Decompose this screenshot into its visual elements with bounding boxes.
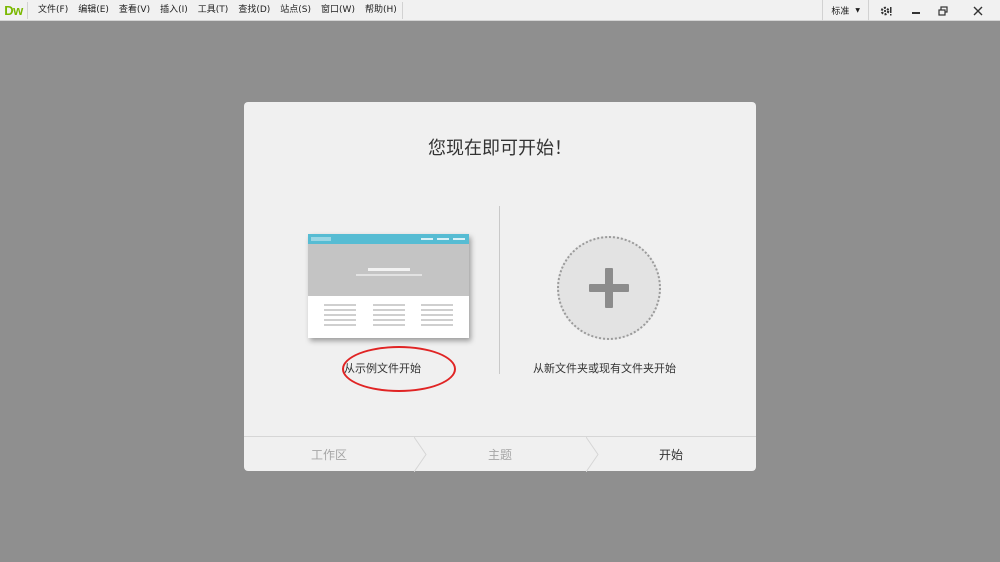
restore-icon[interactable] bbox=[929, 0, 956, 21]
add-folder-button[interactable] bbox=[557, 236, 661, 340]
workspace-label: 标准 bbox=[831, 7, 850, 17]
start-from-folder-link[interactable]: 从新文件夹或现有文件夹开始 bbox=[533, 360, 676, 376]
thumbnail-header bbox=[308, 234, 469, 244]
thumbnail-column bbox=[324, 304, 356, 329]
thumbnail-nav bbox=[421, 238, 465, 240]
step-theme[interactable]: 主题 bbox=[414, 437, 586, 472]
window-tools: 标准 ▼ bbox=[822, 0, 1000, 21]
menu-list: 文件(F) 编辑(E) 查看(V) 插入(I) 工具(T) 查找(D) 站点(S… bbox=[28, 0, 402, 21]
menu-window[interactable]: 窗口(W) bbox=[316, 0, 360, 21]
minimize-icon[interactable] bbox=[902, 0, 929, 21]
thumbnail-column bbox=[372, 304, 405, 329]
step-workspace[interactable]: 工作区 bbox=[244, 437, 414, 472]
thumbnail-logo bbox=[311, 237, 331, 241]
menu-file[interactable]: 文件(F) bbox=[33, 0, 73, 21]
menu-bar: Dw 文件(F) 编辑(E) 查看(V) 插入(I) 工具(T) 查找(D) 站… bbox=[0, 0, 1000, 21]
sample-page-thumbnail[interactable] bbox=[308, 234, 469, 338]
getting-started-dialog: 您现在即可开始！ 从示例文件开始 从新文件夹或现有文件夹开始 工作区 主题 开始 bbox=[244, 102, 756, 472]
setup-steps-bar: 工作区 主题 开始 bbox=[244, 436, 756, 472]
menu-view[interactable]: 查看(V) bbox=[114, 0, 155, 21]
menu-site[interactable]: 站点(S) bbox=[275, 0, 316, 21]
red-highlight-oval bbox=[342, 346, 456, 392]
thumbnail-hero-line bbox=[356, 274, 422, 276]
dialog-title: 您现在即可开始！ bbox=[428, 138, 572, 159]
menu-insert[interactable]: 插入(I) bbox=[155, 0, 193, 21]
chevron-down-icon: ▼ bbox=[855, 7, 860, 14]
thumbnail-hero bbox=[308, 244, 469, 296]
workspace-switcher[interactable]: 标准 ▼ bbox=[822, 0, 868, 21]
app-logo: Dw bbox=[4, 2, 23, 18]
thumbnail-column bbox=[421, 304, 453, 329]
menu-find[interactable]: 查找(D) bbox=[233, 0, 275, 21]
menu-edit[interactable]: 编辑(E) bbox=[73, 0, 114, 21]
menu-separator bbox=[401, 1, 403, 19]
close-icon[interactable] bbox=[956, 0, 1000, 21]
thumbnail-columns bbox=[308, 296, 469, 329]
thumbnail-hero-line bbox=[368, 268, 410, 271]
menu-tools[interactable]: 工具(T) bbox=[193, 0, 234, 21]
gear-icon[interactable] bbox=[868, 0, 902, 21]
option-divider bbox=[499, 206, 500, 374]
menu-help[interactable]: 帮助(H) bbox=[360, 0, 402, 21]
plus-icon bbox=[589, 268, 629, 308]
step-start[interactable]: 开始 bbox=[586, 437, 756, 472]
